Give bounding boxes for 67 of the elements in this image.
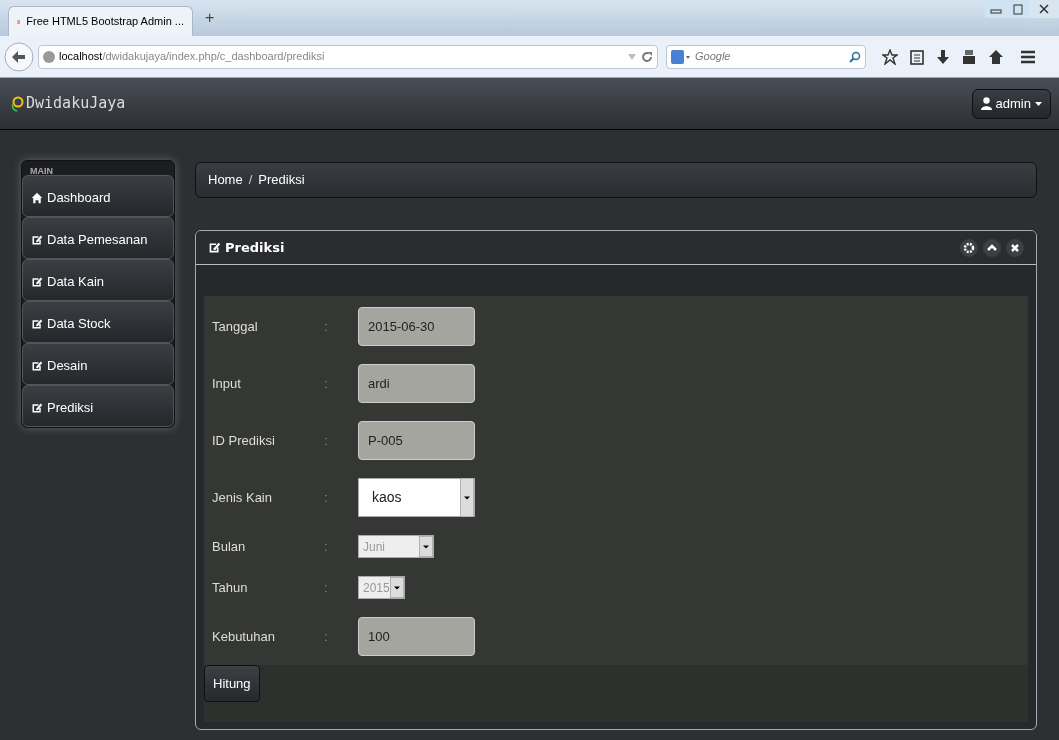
back-icon[interactable] — [4, 41, 34, 72]
input-field[interactable]: P-005 — [358, 421, 475, 460]
search-placeholder: Google — [695, 49, 731, 65]
select-field[interactable]: kaos — [358, 478, 475, 517]
colon-separator: : — [324, 374, 329, 393]
colon-separator: : — [324, 578, 329, 597]
edit-icon — [31, 234, 43, 246]
field-label: Bulan — [212, 537, 247, 556]
caret-icon — [1035, 101, 1042, 106]
edit-icon — [31, 318, 43, 330]
edit-icon — [31, 360, 43, 372]
download-icon[interactable] — [936, 48, 950, 65]
star-icon[interactable] — [882, 48, 898, 65]
breadcrumb-separator: / — [248, 171, 253, 190]
close-icon[interactable] — [1006, 238, 1024, 257]
home-icon — [31, 192, 43, 204]
select-value: Juni — [363, 538, 386, 556]
menu-icon[interactable] — [1020, 49, 1036, 64]
colon-separator: : — [324, 431, 329, 450]
user-icon — [980, 97, 992, 110]
home-icon[interactable] — [988, 48, 1004, 65]
new-tab-button[interactable]: + — [193, 6, 227, 36]
field-label: Kebutuhan — [212, 627, 276, 646]
breadcrumb-link[interactable]: Home — [208, 170, 243, 190]
field-label: Tahun — [212, 578, 249, 597]
field-label: Input — [212, 374, 242, 393]
edit-icon — [208, 241, 221, 254]
settings-icon[interactable] — [960, 238, 978, 257]
select-value: kaos — [372, 488, 403, 507]
sidebar-item[interactable]: Desain — [22, 343, 174, 385]
field-label: ID Prediksi — [212, 431, 276, 450]
input-field[interactable]: 2015-06-30 — [358, 307, 475, 346]
sidebar-item[interactable]: Data Stock — [22, 301, 174, 343]
colon-separator: : — [324, 488, 329, 507]
edit-icon — [31, 402, 43, 414]
clipboard-icon[interactable] — [910, 48, 924, 65]
select-value: 2015 — [363, 579, 390, 597]
colon-separator: : — [324, 537, 329, 556]
search-icon[interactable] — [849, 50, 861, 63]
sidebar-item[interactable]: Prediksi — [22, 385, 174, 427]
sidebar-heading: MAIN — [29, 165, 54, 175]
browser-tab[interactable]: Free HTML5 Bootstrap Admin ... — [8, 6, 193, 36]
address-field[interactable]: localhost/dwidakujaya/index.php/c_dashboard/prediksi — [38, 44, 658, 69]
url-text: localhost/dwidakujaya/index.php/c_dashboard/prediksi — [59, 49, 325, 65]
dropdown-arrow-icon[interactable] — [460, 478, 474, 517]
sidebar-item[interactable]: Data Kain — [22, 259, 174, 301]
user-menu-button[interactable]: admin — [971, 88, 1051, 119]
colon-separator: : — [324, 627, 329, 646]
restore-icon[interactable] — [1007, 0, 1029, 18]
search-field[interactable]: Google — [666, 44, 866, 69]
field-label: Jenis Kain — [212, 488, 273, 507]
search-engine-icon — [671, 49, 691, 64]
brand-name[interactable]: DwidakuJaya — [26, 92, 126, 115]
colon-separator: : — [324, 317, 329, 336]
breadcrumb-link[interactable]: Prediksi — [258, 170, 305, 190]
field-label: Tanggal — [212, 317, 259, 336]
hitung-button[interactable]: Hitung — [204, 665, 260, 702]
tab-title: Free HTML5 Bootstrap Admin ... — [26, 14, 184, 30]
collapse-icon[interactable] — [983, 238, 1001, 257]
sidebar-item[interactable]: Dashboard — [22, 175, 174, 217]
reload-icon[interactable] — [641, 50, 653, 63]
input-field[interactable]: ardi — [358, 364, 475, 403]
minimize-icon[interactable] — [985, 0, 1007, 18]
input-field[interactable]: 100 — [358, 617, 475, 656]
panel-title: Prediksi — [225, 238, 285, 257]
edit-icon — [31, 276, 43, 288]
sidebar-item[interactable]: Data Pemesanan — [22, 217, 174, 259]
